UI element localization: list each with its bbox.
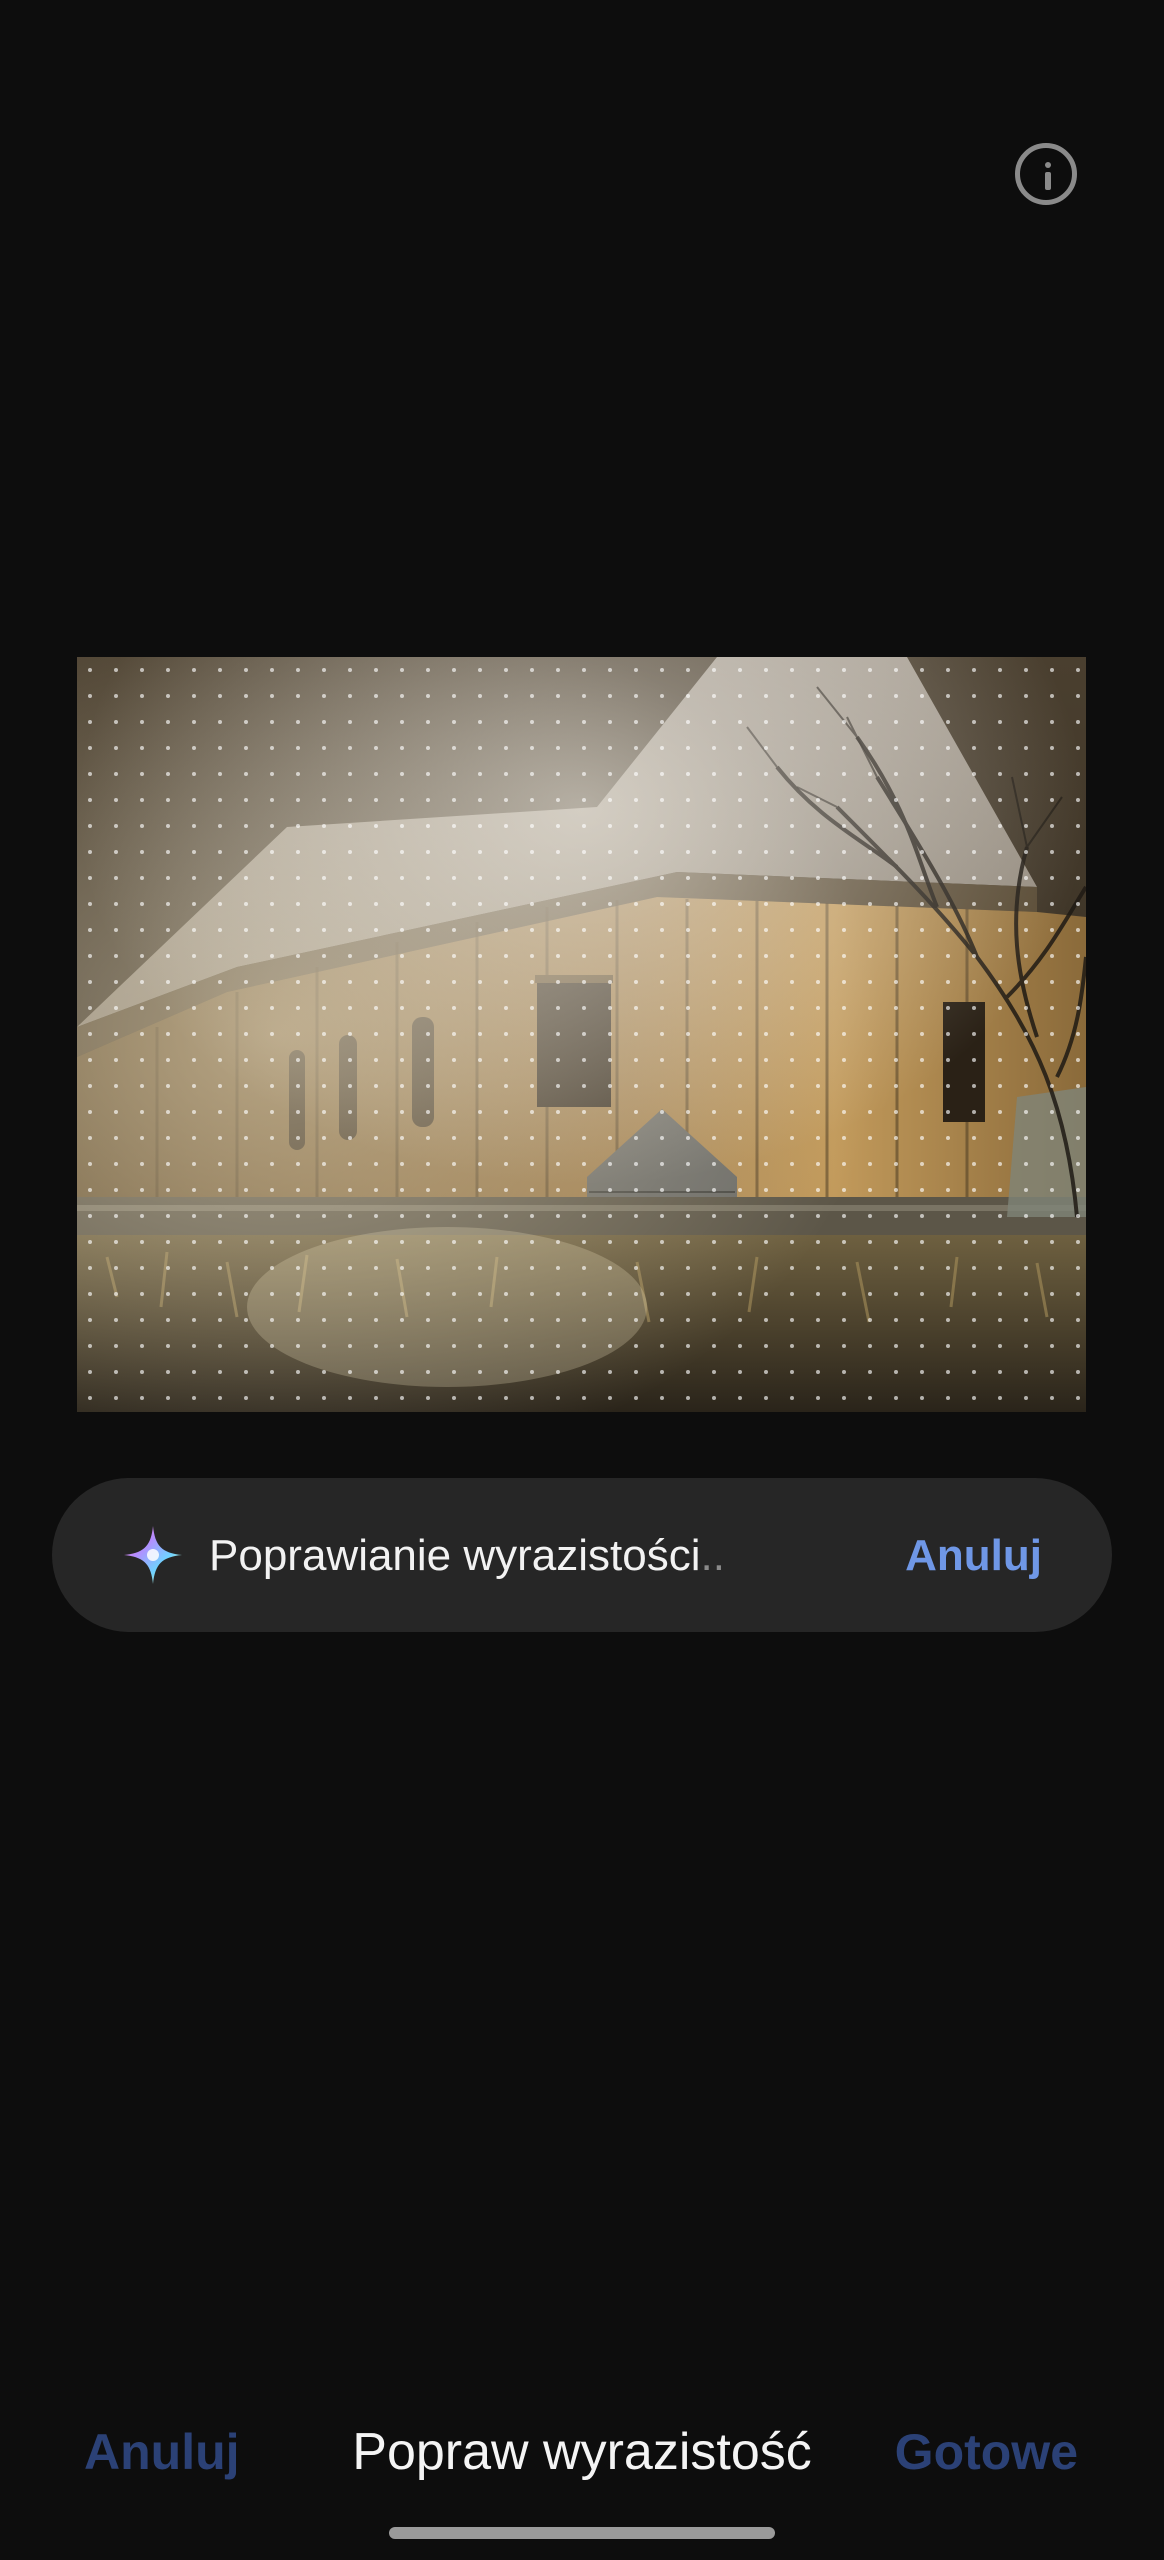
screen: Poprawianie wyrazistości.. Anuluj Anuluj…	[0, 0, 1164, 2560]
info-button[interactable]	[1015, 143, 1077, 205]
progress-pill: Poprawianie wyrazistości.. Anuluj	[52, 1478, 1112, 1632]
cancel-button[interactable]: Anuluj	[84, 2424, 240, 2480]
progress-ellipsis: ..	[700, 1531, 725, 1580]
info-icon	[1045, 162, 1051, 168]
progress-label: Poprawianie wyrazistości	[209, 1531, 701, 1580]
done-button[interactable]: Gotowe	[895, 2424, 1078, 2480]
home-indicator[interactable]	[389, 2527, 775, 2539]
progress-cancel-button[interactable]: Anuluj	[905, 1530, 1042, 1582]
sparkle-icon	[124, 1526, 182, 1584]
progress-status-text: Poprawianie wyrazistości..	[209, 1530, 725, 1582]
photo-preview	[77, 657, 1086, 1412]
